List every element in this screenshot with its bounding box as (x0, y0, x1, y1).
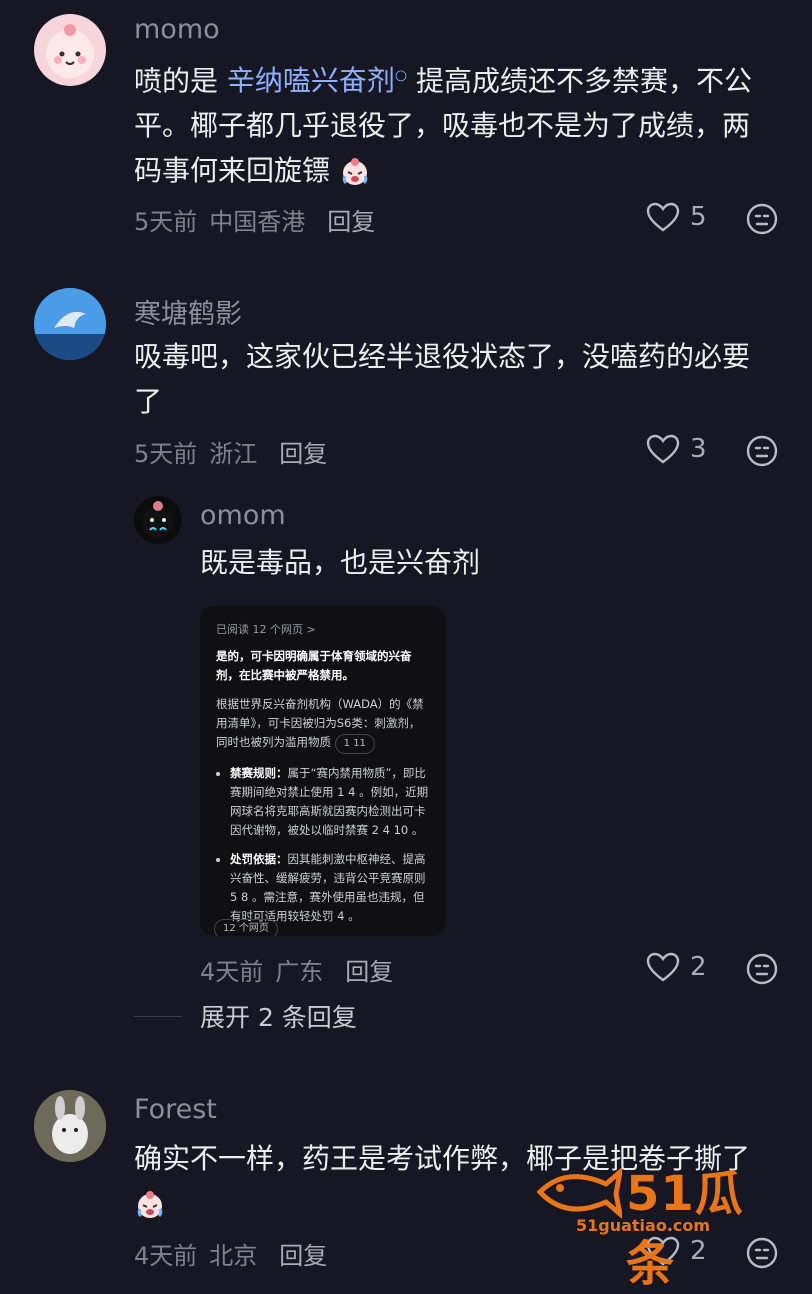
list-item: 处罚依据：因其能刺激中枢神经、提高兴奋性、缓解疲劳，违背公平竞赛原则 5 8 。… (230, 850, 430, 926)
avatar[interactable] (34, 14, 106, 86)
sources-chip[interactable]: 12 个网页 (214, 919, 278, 936)
comment-text: 吸毒吧，这家伙已经半退役状态了，没嗑药的必要了 (134, 340, 751, 418)
location: 中国香港 (209, 208, 306, 236)
list-item: 禁赛规则：属于“赛内禁用物质”，即比赛期间绝对禁止使用 1 4 。例如，近期网球… (230, 764, 430, 840)
username[interactable]: momo (134, 14, 220, 45)
comment-text: 既是毒品，也是兴奋剂 (200, 546, 481, 579)
dislike-face-icon[interactable] (746, 203, 778, 235)
reply-button[interactable]: 回复 (327, 202, 375, 237)
search-icon: ○ (394, 68, 408, 84)
comment-meta: 5天前 浙江 回复 (134, 434, 327, 469)
reply-button[interactable]: 回复 (279, 1236, 327, 1271)
reply-button[interactable]: 回复 (345, 952, 393, 987)
username[interactable]: 寒塘鹤影 (134, 292, 242, 331)
heart-icon (646, 434, 680, 464)
username[interactable]: Forest (134, 1094, 217, 1125)
like-button[interactable]: 5 (646, 202, 707, 232)
like-button[interactable]: 2 (646, 952, 707, 982)
heart-icon (646, 202, 680, 232)
timestamp: 5天前 (134, 208, 198, 236)
avatar[interactable] (134, 496, 182, 544)
dolphin-avatar-icon (34, 288, 106, 360)
dislike-face-icon[interactable] (746, 953, 778, 985)
plush-avatar-icon (34, 1090, 106, 1162)
dislike-face-icon[interactable] (746, 435, 778, 467)
avatar[interactable] (34, 1090, 106, 1162)
crying-laughing-emoji-icon (342, 158, 368, 186)
card-bullets: 禁赛规则：属于“赛内禁用物质”，即比赛期间绝对禁止使用 1 4 。例如，近期网球… (216, 764, 430, 926)
card-paragraph: 根据世界反兴奋剂机构（WADA）的《禁用清单》，可卡因被归为S6类：刺激剂，同时… (216, 697, 424, 749)
comment-meta: 4天前 北京 回复 (134, 1236, 327, 1271)
keyword-link[interactable]: 辛纳嗑兴奋剂○ (227, 64, 407, 97)
crying-laughing-emoji-icon (137, 1191, 163, 1218)
divider (134, 1015, 182, 1017)
expand-replies-button[interactable]: 展开 2 条回复 (134, 998, 357, 1034)
comment-meta: 4天前 广东 回复 (200, 952, 393, 987)
expand-label: 展开 2 条回复 (200, 1003, 357, 1032)
location: 北京 (209, 1242, 258, 1270)
comment-text: 喷的是 辛纳嗑兴奋剂○ 提高成绩还不多禁赛，不公平。椰子都几乎退役了，吸毒也不是… (134, 64, 753, 188)
reply-button[interactable]: 回复 (279, 434, 327, 469)
timestamp: 4天前 (200, 958, 264, 986)
dark-cartoon-avatar-icon (142, 501, 174, 538)
watermark-url: 51guatiao.com (576, 1216, 711, 1235)
card-header: 已阅读 12 个网页 > (216, 623, 316, 636)
fish-logo-icon (536, 1166, 622, 1220)
avatar[interactable] (34, 288, 106, 360)
timestamp: 5天前 (134, 440, 198, 468)
location: 浙江 (209, 440, 258, 468)
card-lead: 是的，可卡因明确属于体育领域的兴奋剂，在比赛中被严格禁用。 (216, 649, 412, 682)
location: 广东 (275, 958, 324, 986)
comment-meta: 5天前 中国香港 回复 (134, 202, 375, 237)
like-button[interactable]: 3 (646, 434, 707, 464)
reference-chip[interactable]: 1 11 (334, 734, 375, 754)
cartoon-avatar-icon (46, 24, 94, 78)
like-count: 3 (690, 434, 707, 464)
heart-icon (646, 952, 680, 982)
like-count: 2 (690, 952, 707, 982)
ai-answer-screenshot[interactable]: 已阅读 12 个网页 > 是的，可卡因明确属于体育领域的兴奋剂，在比赛中被严格禁… (200, 606, 446, 936)
username[interactable]: omom (200, 500, 286, 531)
timestamp: 4天前 (134, 1242, 198, 1270)
like-count: 5 (690, 202, 707, 232)
watermark-logo: 51瓜条 51guatiao.com (536, 1160, 792, 1292)
